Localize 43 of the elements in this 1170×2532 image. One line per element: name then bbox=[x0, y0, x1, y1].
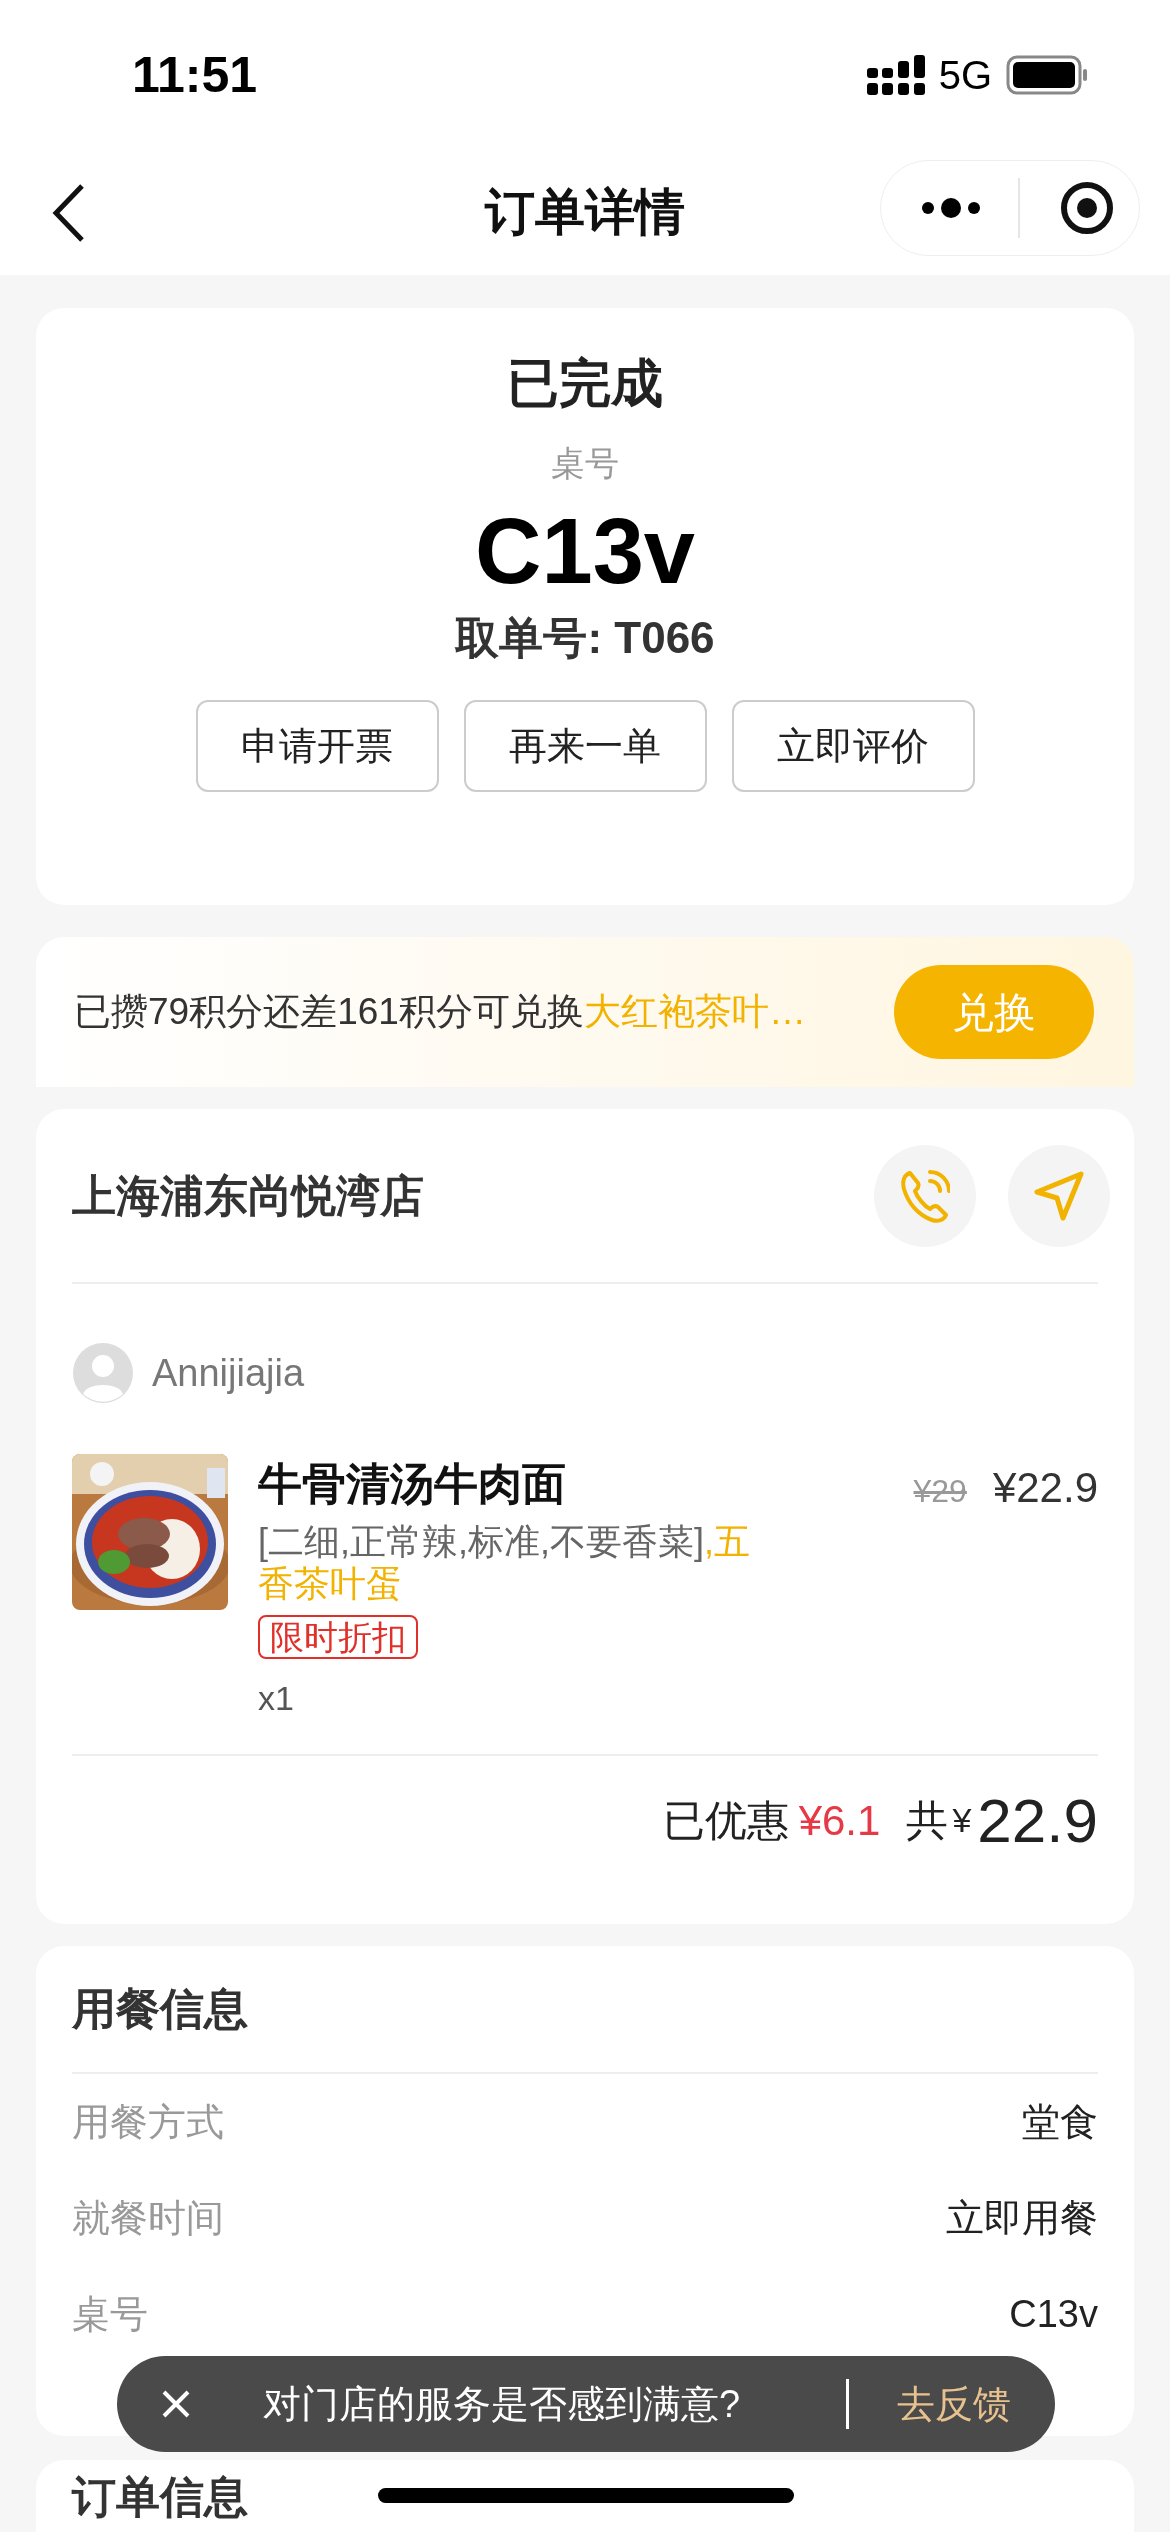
info-value: C13v bbox=[1009, 2291, 1098, 2337]
navigation-arrow-icon bbox=[1033, 1169, 1085, 1222]
page-title: 订单详情 bbox=[485, 183, 685, 242]
status-time: 11:51 bbox=[132, 45, 258, 105]
item-options: [二细,正常辣,标准,不要香菜],五香茶叶蛋 bbox=[258, 1521, 778, 1605]
discount-tag: 限时折扣 bbox=[258, 1615, 418, 1659]
total-label: 共 bbox=[906, 1795, 949, 1846]
close-icon[interactable] bbox=[161, 2389, 191, 2419]
info-label: 用餐方式 bbox=[72, 2099, 224, 2145]
order-action-button[interactable]: 申请开票 bbox=[195, 700, 439, 792]
original-price: ¥29 bbox=[913, 1472, 967, 1511]
customer-name: Annijiajia bbox=[152, 1350, 305, 1396]
section-title: 订单信息 bbox=[72, 2472, 248, 2521]
order-action-button[interactable]: 再来一单 bbox=[463, 700, 707, 792]
feedback-link[interactable]: 去反馈 bbox=[897, 2375, 1011, 2433]
discount-amount: ¥6.1 bbox=[798, 1795, 881, 1846]
info-label: 桌号 bbox=[72, 2291, 148, 2337]
total-amount: 22.9 bbox=[977, 1784, 1098, 1857]
discount-label: 已优惠 bbox=[662, 1795, 789, 1846]
table-number: C13v bbox=[475, 499, 695, 604]
back-icon[interactable] bbox=[52, 183, 86, 243]
phone-icon bbox=[900, 1168, 950, 1223]
store-name: 上海浦东尚悦湾店 bbox=[72, 1169, 424, 1222]
avatar-icon bbox=[72, 1342, 134, 1404]
network-label: 5G bbox=[938, 52, 992, 99]
currency-symbol: ¥ bbox=[952, 1799, 972, 1841]
signal-icon bbox=[866, 55, 925, 95]
close-target-icon[interactable] bbox=[1060, 181, 1114, 235]
order-status: 已完成 bbox=[507, 353, 663, 414]
info-value: 堂食 bbox=[1022, 2099, 1098, 2145]
table-label: 桌号 bbox=[551, 443, 619, 484]
points-message: 已攒79积分还差161积分可兑换大红袍茶叶… bbox=[74, 990, 806, 1035]
info-label: 就餐时间 bbox=[72, 2195, 224, 2241]
order-action-button[interactable]: 立即评价 bbox=[731, 700, 975, 792]
info-value: 立即用餐 bbox=[946, 2195, 1098, 2241]
battery-icon bbox=[1006, 55, 1088, 95]
item-name: 牛骨清汤牛肉面 bbox=[258, 1458, 566, 1510]
section-title: 用餐信息 bbox=[72, 1983, 248, 2035]
item-price: ¥22.9 bbox=[992, 1463, 1098, 1513]
pickup-number: 取单号: T066 bbox=[455, 612, 715, 664]
toast-message: 对门店的服务是否感到满意? bbox=[263, 2381, 741, 2427]
item-quantity: x1 bbox=[258, 1679, 294, 1717]
more-icon[interactable] bbox=[921, 197, 981, 219]
